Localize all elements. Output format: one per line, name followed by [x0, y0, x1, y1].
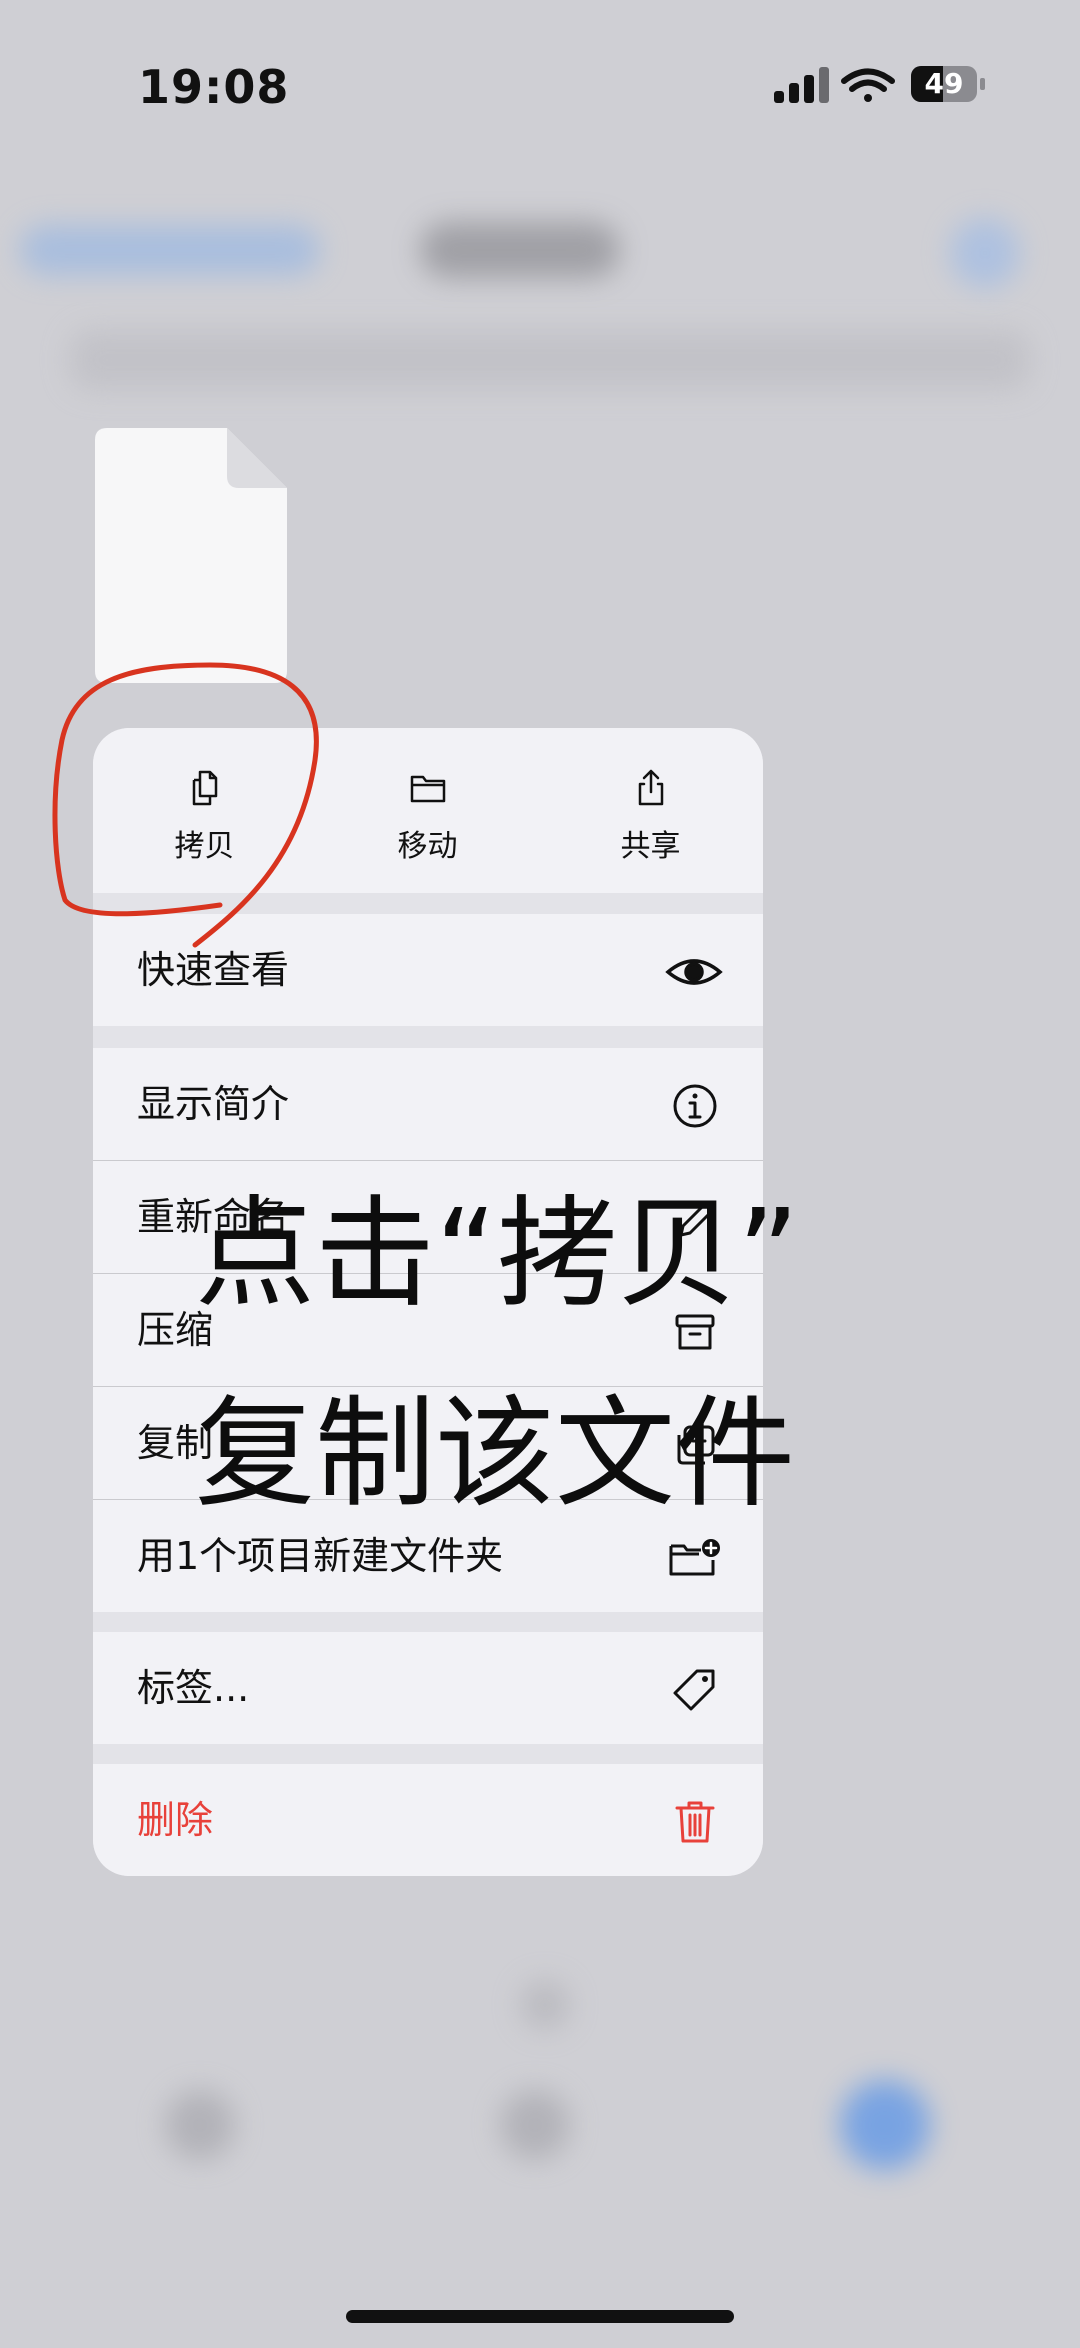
copy-icon — [192, 770, 217, 806]
move-button[interactable]: 移动 — [316, 728, 539, 893]
status-time: 19:08 — [138, 60, 290, 114]
status-icons: 49 — [772, 64, 992, 114]
blurred-page-dot — [520, 1980, 570, 2030]
copy-label: 拷贝 — [174, 829, 235, 864]
move-label: 移动 — [397, 829, 458, 864]
eye-icon — [665, 959, 723, 985]
delete-section: 删除 — [93, 1764, 763, 1876]
tags-section: 标签... — [93, 1632, 763, 1744]
new-folder-label: 用1个项目新建文件夹 — [137, 1534, 504, 1578]
quick-look-section: 快速查看 — [93, 914, 763, 1026]
blurred-tab-recents — [165, 2090, 235, 2160]
share-button[interactable]: 共享 — [539, 728, 762, 893]
share-label: 共享 — [620, 829, 681, 864]
info-icon — [673, 1084, 717, 1128]
trash-icon — [675, 1801, 715, 1843]
quick-look-label: 快速查看 — [137, 948, 290, 992]
get-info-item[interactable]: 显示简介 — [93, 1048, 763, 1160]
share-icon — [638, 769, 663, 806]
quick-look-item[interactable]: 快速查看 — [93, 914, 763, 1026]
copy-button[interactable]: 拷贝 — [93, 728, 316, 893]
home-indicator[interactable] — [346, 2310, 734, 2323]
tags-label: 标签... — [137, 1666, 250, 1710]
delete-item[interactable]: 删除 — [93, 1764, 763, 1876]
tags-item[interactable]: 标签... — [93, 1632, 763, 1744]
battery-icon: 49 — [911, 66, 977, 102]
battery-level: 49 — [924, 67, 964, 100]
battery-tip — [980, 78, 985, 90]
delete-label: 删除 — [137, 1798, 214, 1842]
blurred-tab-browse — [840, 2080, 930, 2170]
folder-add-icon — [669, 1539, 720, 1576]
get-info-label: 显示简介 — [137, 1082, 290, 1126]
caption-line-1: 点击“拷贝” — [195, 1185, 800, 1324]
blurred-title — [420, 222, 620, 278]
blurred-tab-shared — [500, 2090, 570, 2160]
caption-line-2: 复制该文件 — [195, 1385, 795, 1524]
quick-actions-row: 拷贝 移动 共享 — [93, 728, 763, 893]
blurred-back-button — [20, 225, 320, 275]
wifi-icon — [841, 68, 895, 102]
file-preview-icon — [95, 428, 287, 683]
blurred-search-bar — [70, 330, 1030, 390]
folder-icon — [410, 775, 445, 803]
signal-icon — [774, 67, 829, 103]
blurred-more-button — [950, 218, 1020, 288]
tag-icon — [673, 1669, 715, 1711]
